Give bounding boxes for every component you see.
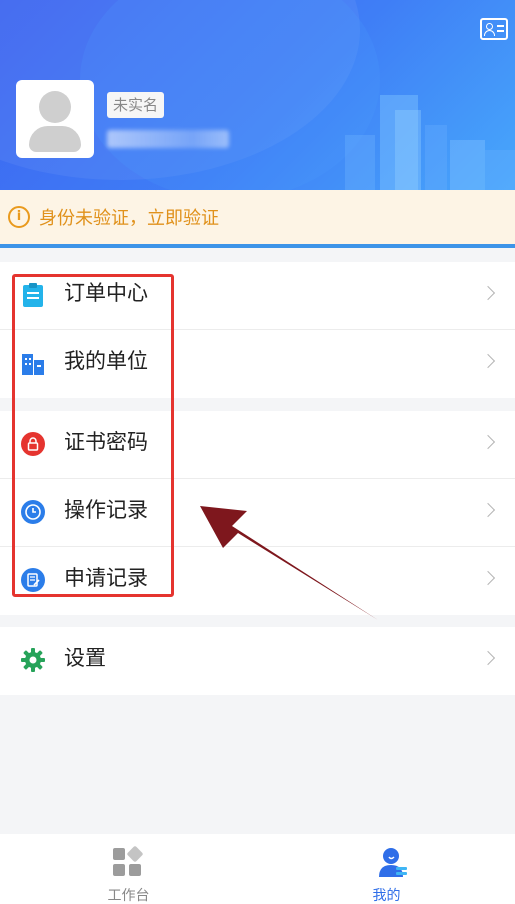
menu-item-label: 设置 <box>64 646 106 670</box>
building-icon <box>22 354 44 375</box>
document-edit-icon <box>21 568 45 592</box>
menu-item-application-records[interactable]: 申请记录 <box>0 547 515 615</box>
menu-item-label: 证书密码 <box>64 430 148 454</box>
menu-item-my-unit[interactable]: 我的单位 <box>0 330 515 398</box>
lock-icon <box>21 432 45 456</box>
menu-item-label: 操作记录 <box>64 498 148 522</box>
verification-status-badge: 未实名 <box>107 92 165 118</box>
tab-mine[interactable]: 我的 <box>258 834 515 904</box>
menu-item-certificate-password[interactable]: 证书密码 <box>0 411 515 479</box>
chevron-right-icon <box>480 285 496 301</box>
menu-item-settings[interactable]: 设置 <box>0 627 515 695</box>
divider <box>0 244 515 248</box>
info-icon: i <box>8 206 30 228</box>
user-profile-icon <box>379 848 407 877</box>
menu-item-label: 我的单位 <box>64 349 148 373</box>
menu-group-1: 订单中心 我的单位 <box>0 262 515 398</box>
city-buildings-illustration <box>345 95 515 190</box>
clock-history-icon <box>21 500 45 524</box>
chevron-right-icon <box>480 570 496 586</box>
tab-label: 工作台 <box>107 888 150 904</box>
menu-item-orders[interactable]: 订单中心 <box>0 262 515 330</box>
gear-icon <box>21 648 45 672</box>
verify-identity-notice[interactable]: i 身份未验证，立即验证 <box>0 190 515 244</box>
menu-item-operation-records[interactable]: 操作记录 <box>0 479 515 547</box>
avatar[interactable] <box>16 80 94 158</box>
menu-item-label: 申请记录 <box>64 566 148 590</box>
bottom-tab-bar: 工作台 我的 <box>0 834 515 904</box>
grid-icon <box>113 846 143 876</box>
chevron-right-icon <box>480 502 496 518</box>
chevron-right-icon <box>480 650 496 666</box>
username-blurred <box>107 130 229 148</box>
clipboard-icon <box>23 283 43 307</box>
tab-workbench[interactable]: 工作台 <box>0 834 257 904</box>
profile-header: 未实名 <box>0 0 515 190</box>
menu-group-2: 证书密码 操作记录 申请记录 <box>0 411 515 615</box>
chevron-right-icon <box>480 353 496 369</box>
id-card-icon[interactable] <box>480 18 508 40</box>
notice-text: 身份未验证，立即验证 <box>39 208 219 229</box>
tab-label: 我的 <box>372 888 401 904</box>
menu-item-label: 订单中心 <box>64 281 148 305</box>
menu-group-3: 设置 <box>0 627 515 695</box>
chevron-right-icon <box>480 434 496 450</box>
